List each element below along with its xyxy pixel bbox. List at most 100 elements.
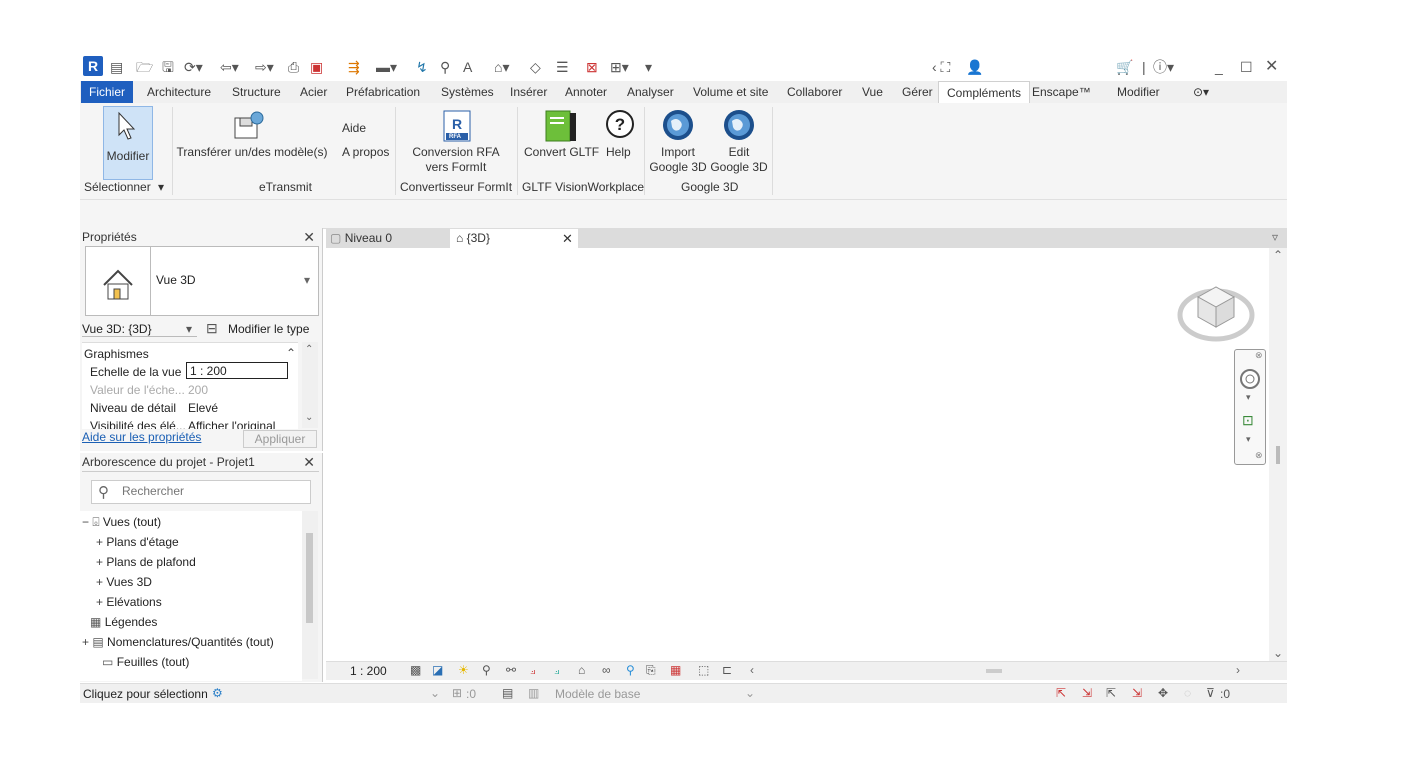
undo-icon[interactable]: ⇦▾ bbox=[220, 58, 239, 76]
tree-item[interactable]: + Plans d'étage bbox=[96, 535, 179, 549]
active-model[interactable]: Modèle de base bbox=[555, 687, 640, 701]
tab-modifier[interactable]: Modifier bbox=[1117, 81, 1160, 103]
tab-acier[interactable]: Acier bbox=[300, 81, 327, 103]
browser-scrollbar[interactable] bbox=[302, 511, 318, 679]
conversion-rfa-button-line2[interactable]: vers FormIt bbox=[398, 160, 514, 175]
import-google3d-button[interactable]: Import bbox=[651, 145, 705, 160]
prop-value[interactable]: Afficher l'original bbox=[188, 419, 275, 429]
tab-inserer[interactable]: Insérer bbox=[510, 81, 547, 103]
tab-enscape[interactable]: Enscape™ bbox=[1032, 81, 1091, 103]
instance-selector[interactable]: Vue 3D: {3D} bbox=[82, 322, 197, 337]
select-by-face-icon[interactable]: ⇲ bbox=[1132, 686, 1142, 700]
3d-view-icon[interactable]: ⌂▾ bbox=[494, 58, 509, 76]
scroll-up-icon[interactable]: ⌃ bbox=[1273, 248, 1283, 262]
visual-style-icon[interactable]: ◪ bbox=[432, 663, 443, 677]
text-icon[interactable]: A bbox=[463, 58, 472, 76]
line-icon[interactable]: ↯ bbox=[416, 58, 428, 76]
scroll-down-icon[interactable]: ⌄ bbox=[1273, 646, 1283, 660]
close-tab-icon[interactable]: ✕ bbox=[562, 229, 573, 248]
select-links-icon[interactable]: ⇱ bbox=[1056, 686, 1066, 700]
conversion-rfa-button[interactable]: Conversion RFA bbox=[398, 145, 514, 160]
collapse-section-icon[interactable]: ⌃ bbox=[286, 346, 296, 360]
view-tab-3d[interactable]: ⌂ {3D} ✕ bbox=[450, 229, 578, 248]
3d-view-canvas[interactable] bbox=[326, 248, 1269, 663]
redo-icon[interactable]: ⇨▾ bbox=[255, 58, 274, 76]
tree-item[interactable]: + Elévations bbox=[96, 595, 162, 609]
modify-button[interactable]: Modifier bbox=[103, 106, 153, 180]
shadows-icon[interactable]: ⚲ bbox=[482, 663, 491, 677]
revit-logo-icon[interactable]: R bbox=[83, 56, 103, 76]
close-icon[interactable]: ✕ bbox=[1265, 58, 1278, 76]
close-browser-icon[interactable]: ✕ bbox=[303, 453, 315, 471]
tree-item[interactable]: − ⌻ Vues (tout) bbox=[82, 515, 161, 530]
model-dropdown-icon[interactable]: ⌄ bbox=[745, 686, 755, 700]
drag-elements-icon[interactable]: ✥ bbox=[1158, 686, 1168, 700]
thin-lines-icon[interactable]: ☰ bbox=[556, 58, 569, 76]
home-file-icon[interactable]: ▤ bbox=[110, 58, 123, 76]
filter-icon[interactable]: ⊽ bbox=[1206, 686, 1215, 700]
temp-view-props-icon[interactable]: ⎘ bbox=[646, 663, 656, 678]
view-scale[interactable]: 1 : 200 bbox=[350, 664, 387, 678]
select-underlay-icon[interactable]: ⇲ bbox=[1082, 686, 1092, 700]
edit-google3d-button[interactable]: Edit bbox=[712, 145, 766, 160]
show-constraints-icon[interactable]: ⊏ bbox=[722, 663, 732, 677]
help-link[interactable]: Aide bbox=[342, 121, 366, 136]
dimension-icon[interactable]: ▬▾ bbox=[376, 58, 397, 76]
minimize-icon[interactable]: _ bbox=[1215, 58, 1223, 76]
detail-level-icon[interactable]: ▩ bbox=[410, 663, 421, 677]
prop-value[interactable]: Elevé bbox=[188, 401, 218, 415]
tab-volume-et-site[interactable]: Volume et site bbox=[693, 81, 768, 103]
edit-google3d-line2[interactable]: Google 3D bbox=[709, 160, 769, 175]
measure-icon[interactable]: ⇶ bbox=[348, 58, 360, 76]
tab-gerer[interactable]: Gérer bbox=[902, 81, 933, 103]
browser-search-box[interactable]: ⚲ bbox=[91, 480, 311, 504]
tag-icon[interactable]: ⚲ bbox=[440, 58, 450, 76]
analysis-icon[interactable]: ▦ bbox=[670, 663, 681, 677]
tree-item[interactable]: ▦ Légendes bbox=[90, 615, 157, 629]
h-scroll-thumb[interactable] bbox=[986, 669, 1002, 673]
user-icon[interactable]: 👤 bbox=[966, 58, 983, 76]
workset-dropdown-icon[interactable]: ⌄ bbox=[430, 686, 440, 700]
etransmit-button[interactable]: Transférer un/des modèle(s) bbox=[175, 145, 329, 160]
import-google3d-line2[interactable]: Google 3D bbox=[648, 160, 708, 175]
tab-complements[interactable]: Compléments bbox=[938, 81, 1031, 104]
close-hidden-icon[interactable]: ⊠ bbox=[586, 58, 598, 76]
customize-qat-icon[interactable]: ▾ bbox=[645, 58, 652, 76]
tab-collaborer[interactable]: Collaborer bbox=[787, 81, 842, 103]
tab-structure[interactable]: Structure bbox=[232, 81, 281, 103]
infocenter-search-icon[interactable]: ‹ ⛶ bbox=[932, 58, 950, 76]
edit-type-icon[interactable]: ⊟ bbox=[206, 320, 218, 337]
zoom-dropdown-icon[interactable]: ▾ bbox=[1246, 434, 1251, 445]
select-pinned-icon[interactable]: ⇱ bbox=[1106, 686, 1116, 700]
view-vertical-scrollbar[interactable]: ⌃ ⌄ bbox=[1269, 248, 1287, 663]
scroll-left-icon[interactable]: ‹ bbox=[750, 663, 754, 677]
type-selector[interactable]: Vue 3D ▾ bbox=[85, 246, 319, 316]
scroll-thumb[interactable] bbox=[1276, 446, 1280, 464]
highlight-icon[interactable]: ⬚ bbox=[698, 663, 709, 677]
instance-dropdown-icon[interactable]: ▾ bbox=[186, 322, 192, 336]
help-icon[interactable]: ⓘ▾ bbox=[1153, 58, 1174, 76]
view-scale-input[interactable]: 1 : 200 bbox=[186, 362, 288, 379]
lock-3d-icon[interactable]: ⌂ bbox=[578, 663, 585, 677]
scroll-up-icon[interactable]: ⌃ bbox=[305, 344, 313, 355]
print-icon[interactable]: ⎙ bbox=[288, 58, 299, 76]
browser-search-input[interactable] bbox=[120, 483, 304, 499]
steering-wheel-icon[interactable] bbox=[1239, 368, 1261, 390]
edit-type-button[interactable]: Modifier le type bbox=[228, 322, 309, 336]
tab-prefabrication[interactable]: Préfabrication bbox=[346, 81, 420, 103]
ribbon-options-icon[interactable]: ⊙▾ bbox=[1193, 81, 1209, 103]
export-icon[interactable]: ▣ bbox=[310, 58, 323, 76]
properties-scrollbar[interactable]: ⌃ ⌄ bbox=[302, 342, 318, 428]
tab-systemes[interactable]: Systèmes bbox=[441, 81, 494, 103]
type-dropdown-icon[interactable]: ▾ bbox=[304, 273, 310, 287]
tab-vue[interactable]: Vue bbox=[862, 81, 883, 103]
crop-view-icon[interactable]: ⟓ bbox=[530, 663, 536, 678]
switch-windows-icon[interactable]: ⊞▾ bbox=[610, 58, 629, 76]
tab-architecture[interactable]: Architecture bbox=[147, 81, 211, 103]
navbar-options-icon[interactable]: ⊗ bbox=[1255, 450, 1263, 461]
tab-annoter[interactable]: Annoter bbox=[565, 81, 607, 103]
sync-icon[interactable]: ⟳▾ bbox=[184, 58, 203, 76]
zoom-region-icon[interactable]: ⊡ bbox=[1242, 412, 1254, 429]
about-link[interactable]: A propos bbox=[342, 145, 389, 160]
reveal-hidden-icon[interactable]: ⚲ bbox=[626, 663, 635, 677]
